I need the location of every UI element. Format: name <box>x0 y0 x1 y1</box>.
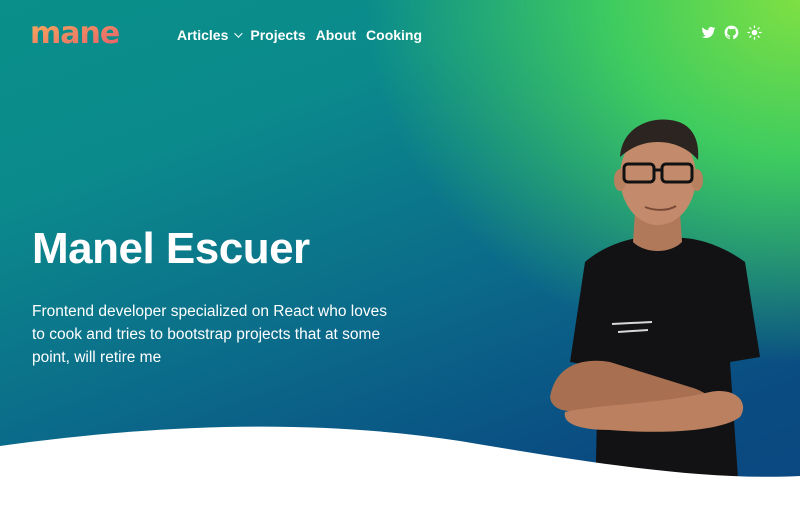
sun-icon[interactable] <box>747 25 762 40</box>
nav-item-articles[interactable]: Articles <box>177 27 244 43</box>
hero-title: Manel Escuer <box>32 224 310 273</box>
site-logo[interactable]: manel <box>30 12 130 51</box>
nav-item-label: About <box>315 27 357 43</box>
logo-graphic: manel <box>30 16 130 51</box>
nav-item-label: Articles <box>177 27 229 43</box>
hero-subtitle: Frontend developer specialized on React … <box>32 303 387 366</box>
nav-item-cooking[interactable]: Cooking <box>366 27 422 43</box>
main-nav: Articles Projects About Cooking <box>177 27 432 43</box>
twitter-icon[interactable] <box>701 25 716 40</box>
nav-item-projects[interactable]: Projects <box>250 27 305 43</box>
social-icons <box>701 25 762 40</box>
nav-item-about[interactable]: About <box>316 27 356 43</box>
hero-wave <box>0 426 800 531</box>
nav-item-label: Projects <box>250 27 306 43</box>
chevron-down-icon <box>234 29 244 38</box>
nav-item-label: Cooking <box>366 27 423 43</box>
github-icon[interactable] <box>724 25 739 40</box>
site-header: manel Articles Projects About Cooking <box>0 0 800 70</box>
logo-text: manel <box>30 16 120 50</box>
